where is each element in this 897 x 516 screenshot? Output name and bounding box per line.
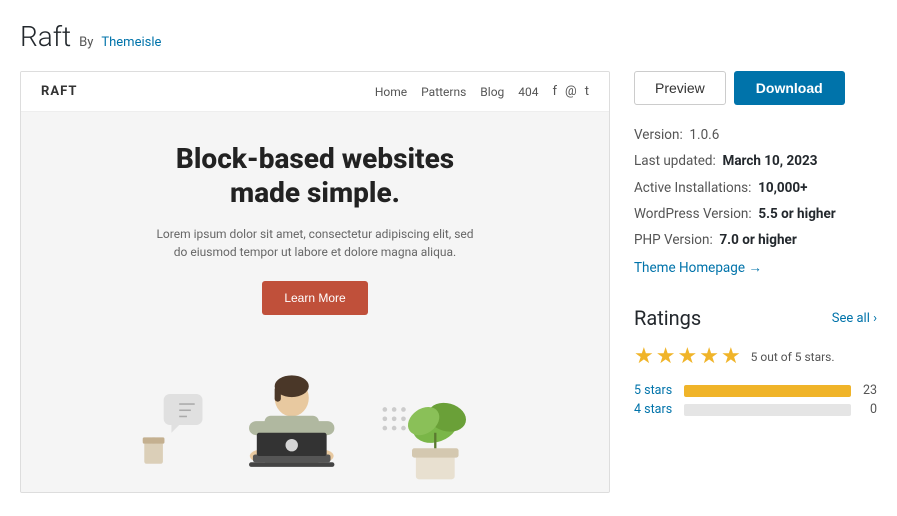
theme-preview-container: RAFT Home Patterns Blog 404 f @ t (20, 71, 610, 493)
theme-nav-links: Home Patterns Blog 404 f @ t (375, 84, 589, 99)
theme-hero-title: Block-based websitesmade simple. (176, 142, 454, 209)
page-title: Raft (20, 20, 71, 53)
php-version-row: PHP Version: 7.0 or higher (634, 230, 877, 250)
stars-label: 5 out of 5 stars. (751, 350, 835, 364)
download-button[interactable]: Download (734, 71, 845, 105)
rating-bar-label-5[interactable]: 5 stars (634, 383, 676, 398)
version-label: Version: (634, 127, 683, 143)
rating-bar-row-4: 4 stars 0 (634, 402, 877, 417)
version-row: Version: 1.0.6 (634, 125, 877, 145)
last-updated-value: March 10, 2023 (723, 153, 818, 169)
rating-bar-count-5: 23 (859, 383, 877, 398)
active-installs-value: 10,000+ (758, 180, 807, 196)
theme-nav-icons: f @ t (553, 84, 589, 99)
active-installs-label: Active Installations: (634, 180, 751, 196)
star-2: ★ (656, 344, 676, 369)
wp-version-row: WordPress Version: 5.5 or higher (634, 204, 877, 224)
rating-bar-fill-5 (684, 385, 851, 397)
rating-bar-track-4 (684, 404, 851, 416)
main-content: RAFT Home Patterns Blog 404 f @ t (20, 71, 877, 493)
meta-section: Version: 1.0.6 Last updated: March 10, 2… (634, 125, 877, 276)
facebook-icon: f (553, 84, 558, 99)
action-buttons: Preview Download (634, 71, 877, 105)
ratings-header: Ratings See all › (634, 306, 877, 330)
theme-nav: RAFT Home Patterns Blog 404 f @ t (21, 72, 609, 112)
twitter-icon: t (585, 84, 589, 99)
theme-learn-more-button[interactable]: Learn More (262, 281, 367, 315)
ratings-section: Ratings See all › ★ ★ ★ ★ ★ 5 out of 5 s… (634, 306, 877, 421)
active-installs-row: Active Installations: 10,000+ (634, 178, 877, 198)
right-panel: Preview Download Version: 1.0.6 Last upd… (634, 71, 877, 421)
stars-summary: ★ ★ ★ ★ ★ 5 out of 5 stars. (634, 344, 877, 369)
php-version-value: 7.0 or higher (719, 232, 796, 248)
stars-row: ★ ★ ★ ★ ★ (634, 344, 741, 369)
theme-hero-subtitle: Lorem ipsum dolor sit amet, consectetur … (155, 225, 475, 261)
php-version-label: PHP Version: (634, 232, 713, 248)
star-1: ★ (634, 344, 654, 369)
rating-bar-track-5 (684, 385, 851, 397)
preview-button[interactable]: Preview (634, 71, 726, 105)
rating-bar-row-5: 5 stars 23 (634, 383, 877, 398)
wp-version-value: 5.5 or higher (758, 206, 835, 222)
theme-screenshot: RAFT Home Patterns Blog 404 f @ t (21, 72, 609, 492)
page-header: Raft By Themeisle (20, 20, 877, 53)
rating-bar-label-4[interactable]: 4 stars (634, 402, 676, 417)
star-4: ★ (699, 344, 719, 369)
star-3: ★ (677, 344, 697, 369)
version-value: 1.0.6 (689, 127, 719, 143)
nav-link-blog: Blog (480, 85, 504, 99)
see-all-link[interactable]: See all › (832, 311, 877, 326)
rating-bar-count-4: 0 (859, 402, 877, 417)
theme-hero: Block-based websitesmade simple. Lorem i… (21, 112, 609, 492)
by-label: By (79, 35, 93, 50)
last-updated-label: Last updated: (634, 153, 716, 169)
ratings-title: Ratings (634, 306, 701, 330)
star-5: ★ (721, 344, 741, 369)
nav-link-404: 404 (518, 85, 538, 99)
wp-version-label: WordPress Version: (634, 206, 752, 222)
theme-illustration (81, 345, 549, 492)
illustration-svg (121, 345, 509, 492)
theme-nav-logo: RAFT (41, 84, 77, 99)
theme-inner: RAFT Home Patterns Blog 404 f @ t (21, 72, 609, 492)
instagram-icon: @ (565, 84, 577, 99)
nav-link-patterns: Patterns (421, 85, 466, 99)
last-updated-row: Last updated: March 10, 2023 (634, 151, 877, 171)
nav-link-home: Home (375, 85, 407, 99)
theme-homepage-link[interactable]: Theme Homepage → (634, 260, 762, 276)
author-link[interactable]: Themeisle (101, 35, 161, 50)
